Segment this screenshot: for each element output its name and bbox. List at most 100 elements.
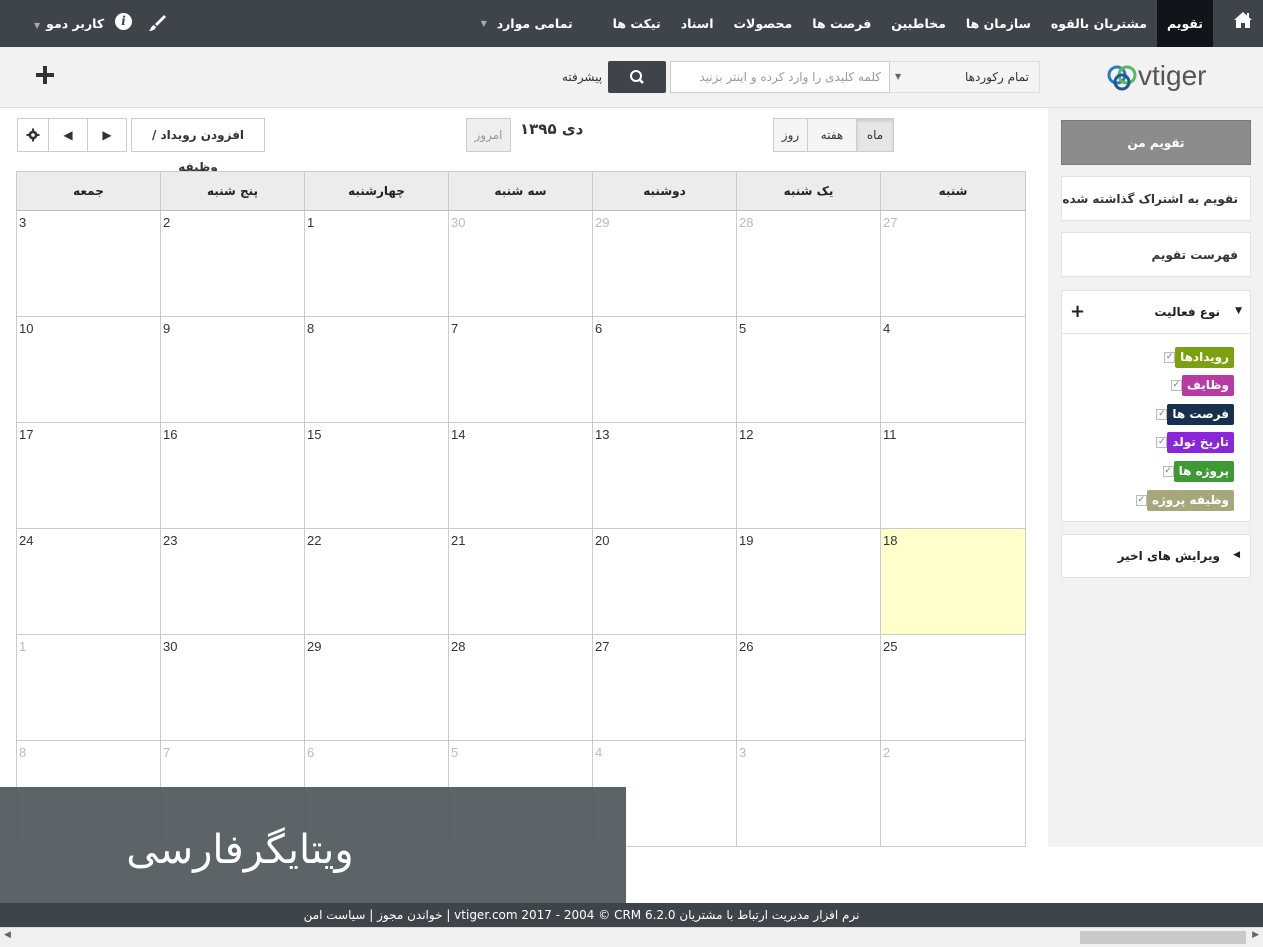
calendar-day-cell[interactable]: 20 (592, 529, 736, 634)
search-button[interactable] (608, 61, 666, 93)
calendar-day-cell[interactable]: 30 (160, 635, 304, 740)
calendar-list-button[interactable]: فهرست تقویم (1061, 232, 1251, 277)
chevron-left-icon: ◀ (1233, 550, 1240, 560)
prev-month-button[interactable]: ◀ (48, 118, 88, 152)
calendar-day-cell[interactable]: 6 (592, 317, 736, 422)
nav-item[interactable]: محصولات (723, 0, 802, 47)
calendar-day-cell[interactable]: 30 (448, 211, 592, 316)
calendar-day-cell[interactable]: 23 (160, 529, 304, 634)
calendar-day-cell[interactable]: 13 (592, 423, 736, 528)
info-icon[interactable]: i (115, 13, 132, 30)
day-number: 23 (163, 533, 178, 548)
activity-type-tag[interactable]: رویدادها (1175, 346, 1234, 368)
activity-type-header[interactable]: ▼ نوع فعالیت + (1062, 291, 1250, 334)
view-month-button[interactable]: ماه (856, 118, 894, 152)
user-menu[interactable]: ▼ کاربر دمو (34, 0, 104, 47)
calendar-day-cell[interactable]: 22 (304, 529, 448, 634)
recent-edits-panel[interactable]: ◀ ویرایش های اخیر (1061, 534, 1251, 578)
activity-type-checkbox[interactable]: ✓ (1162, 465, 1174, 477)
activity-type-tag[interactable]: پروژه ها (1173, 460, 1234, 482)
calendar-day-cell[interactable]: 5 (736, 317, 880, 422)
calendar-day-cell[interactable]: 3 (736, 741, 880, 846)
calendar-day-cell[interactable]: 8 (304, 317, 448, 422)
nav-item[interactable]: مشتریان بالقوه (1041, 0, 1157, 47)
calendar-day-cell[interactable]: 3 (17, 211, 160, 316)
calendar-day-cell[interactable]: 2 (160, 211, 304, 316)
chevron-down-icon: ▼ (480, 19, 487, 28)
activity-type-checkbox[interactable]: ✓ (1164, 351, 1176, 363)
brush-icon[interactable] (146, 12, 168, 34)
search-input[interactable]: کلمه کلیدی را وارد کرده و اینتر بزنید (670, 61, 890, 93)
calendar-day-cell[interactable]: 26 (736, 635, 880, 740)
calendar-day-cell[interactable]: 17 (17, 423, 160, 528)
calendar-day-cell-today[interactable]: 18 (880, 529, 1025, 634)
activity-type-checkbox[interactable]: ✓ (1156, 437, 1168, 449)
calendar-day-cell[interactable]: 21 (448, 529, 592, 634)
day-number: 18 (883, 533, 898, 548)
activity-type-tag[interactable]: فرصت ها (1167, 403, 1234, 425)
calendar-day-cell[interactable]: 4 (880, 317, 1025, 422)
nav-item[interactable]: تقویم (1156, 0, 1213, 47)
calendar-day-cell[interactable]: 27 (880, 211, 1025, 316)
activity-type-tag[interactable]: وظایف (1181, 375, 1234, 397)
calendar-day-cell[interactable]: 15 (304, 423, 448, 528)
record-scope-select[interactable]: ▼ تمام رکوردها (889, 61, 1040, 93)
calendar-day-cell[interactable]: 11 (880, 423, 1025, 528)
next-month-button[interactable]: ▶ (87, 118, 127, 152)
activity-type-tag[interactable]: وظیفه پروژه (1146, 489, 1234, 511)
vtiger-logo[interactable]: vtiger (1104, 57, 1239, 97)
calendar-day-cell[interactable]: 1 (304, 211, 448, 316)
nav-item[interactable]: تیکت ها (603, 0, 671, 47)
day-number: 7 (163, 745, 171, 760)
today-button[interactable]: امروز (466, 118, 511, 152)
view-day-button[interactable]: روز (773, 118, 808, 152)
nav-item[interactable]: سازمان ها (956, 0, 1041, 47)
day-number: 27 (883, 215, 898, 230)
quick-create-plus-icon[interactable] (33, 63, 57, 87)
calendar-day-cell[interactable]: 10 (17, 317, 160, 422)
calendar-day-cell[interactable]: 28 (736, 211, 880, 316)
weekday-header-cell: یک شنبه (736, 172, 880, 210)
calendar-day-cell[interactable]: 24 (17, 529, 160, 634)
add-activity-type-icon[interactable]: + (1070, 301, 1085, 322)
logo-text: vtiger (1138, 60, 1206, 91)
my-calendar-button[interactable]: تقویم من (1061, 120, 1251, 165)
scroll-right-icon[interactable]: ▶ (1252, 930, 1259, 940)
calendar-day-cell[interactable]: 27 (592, 635, 736, 740)
calendar-day-cell[interactable]: 28 (448, 635, 592, 740)
calendar-day-cell[interactable]: 9 (160, 317, 304, 422)
advanced-search-link[interactable]: پیشرفته (562, 61, 602, 93)
chevron-down-icon: ▼ (1235, 306, 1242, 316)
nav-item[interactable]: اسناد (671, 0, 724, 47)
calendar-day-cell[interactable]: 12 (736, 423, 880, 528)
home-icon[interactable] (1233, 10, 1253, 30)
day-number: 5 (739, 321, 747, 336)
view-switcher: روز هفته ماه (773, 118, 894, 152)
calendar-day-cell[interactable]: 29 (304, 635, 448, 740)
scroll-left-icon[interactable]: ◀ (4, 930, 11, 940)
day-number: 30 (451, 215, 466, 230)
gear-icon (26, 128, 40, 142)
horizontal-scrollbar[interactable]: ◀ ▶ (0, 927, 1263, 947)
calendar-settings-button[interactable] (17, 118, 49, 152)
view-week-button[interactable]: هفته (807, 118, 857, 152)
calendar-day-cell[interactable]: 1 (17, 635, 160, 740)
nav-item[interactable]: تمامی موارد ▼ (479, 0, 583, 47)
nav-item[interactable]: مخاطبین (881, 0, 956, 47)
activity-type-checkbox[interactable]: ✓ (1156, 408, 1168, 420)
calendar-day-cell[interactable]: 2 (880, 741, 1025, 846)
calendar-day-cell[interactable]: 19 (736, 529, 880, 634)
nav-item[interactable]: فرصت ها (802, 0, 881, 47)
calendar-day-cell[interactable]: 14 (448, 423, 592, 528)
activity-type-checkbox[interactable]: ✓ (1170, 380, 1182, 392)
activity-type-checkbox[interactable]: ✓ (1135, 494, 1147, 506)
calendar-day-cell[interactable]: 25 (880, 635, 1025, 740)
calendar-day-cell[interactable]: 29 (592, 211, 736, 316)
calendar-day-cell[interactable]: 7 (448, 317, 592, 422)
add-event-button[interactable]: افزودن رویداد / وظیفه (131, 118, 265, 174)
activity-type-tag[interactable]: تاریخ تولد (1167, 432, 1234, 454)
user-name: کاربر دمو (46, 16, 105, 31)
calendar-day-cell[interactable]: 16 (160, 423, 304, 528)
scrollbar-thumb[interactable] (1080, 931, 1246, 944)
shared-calendar-button[interactable]: تقویم به اشتراک گذاشته شده (1061, 176, 1251, 221)
